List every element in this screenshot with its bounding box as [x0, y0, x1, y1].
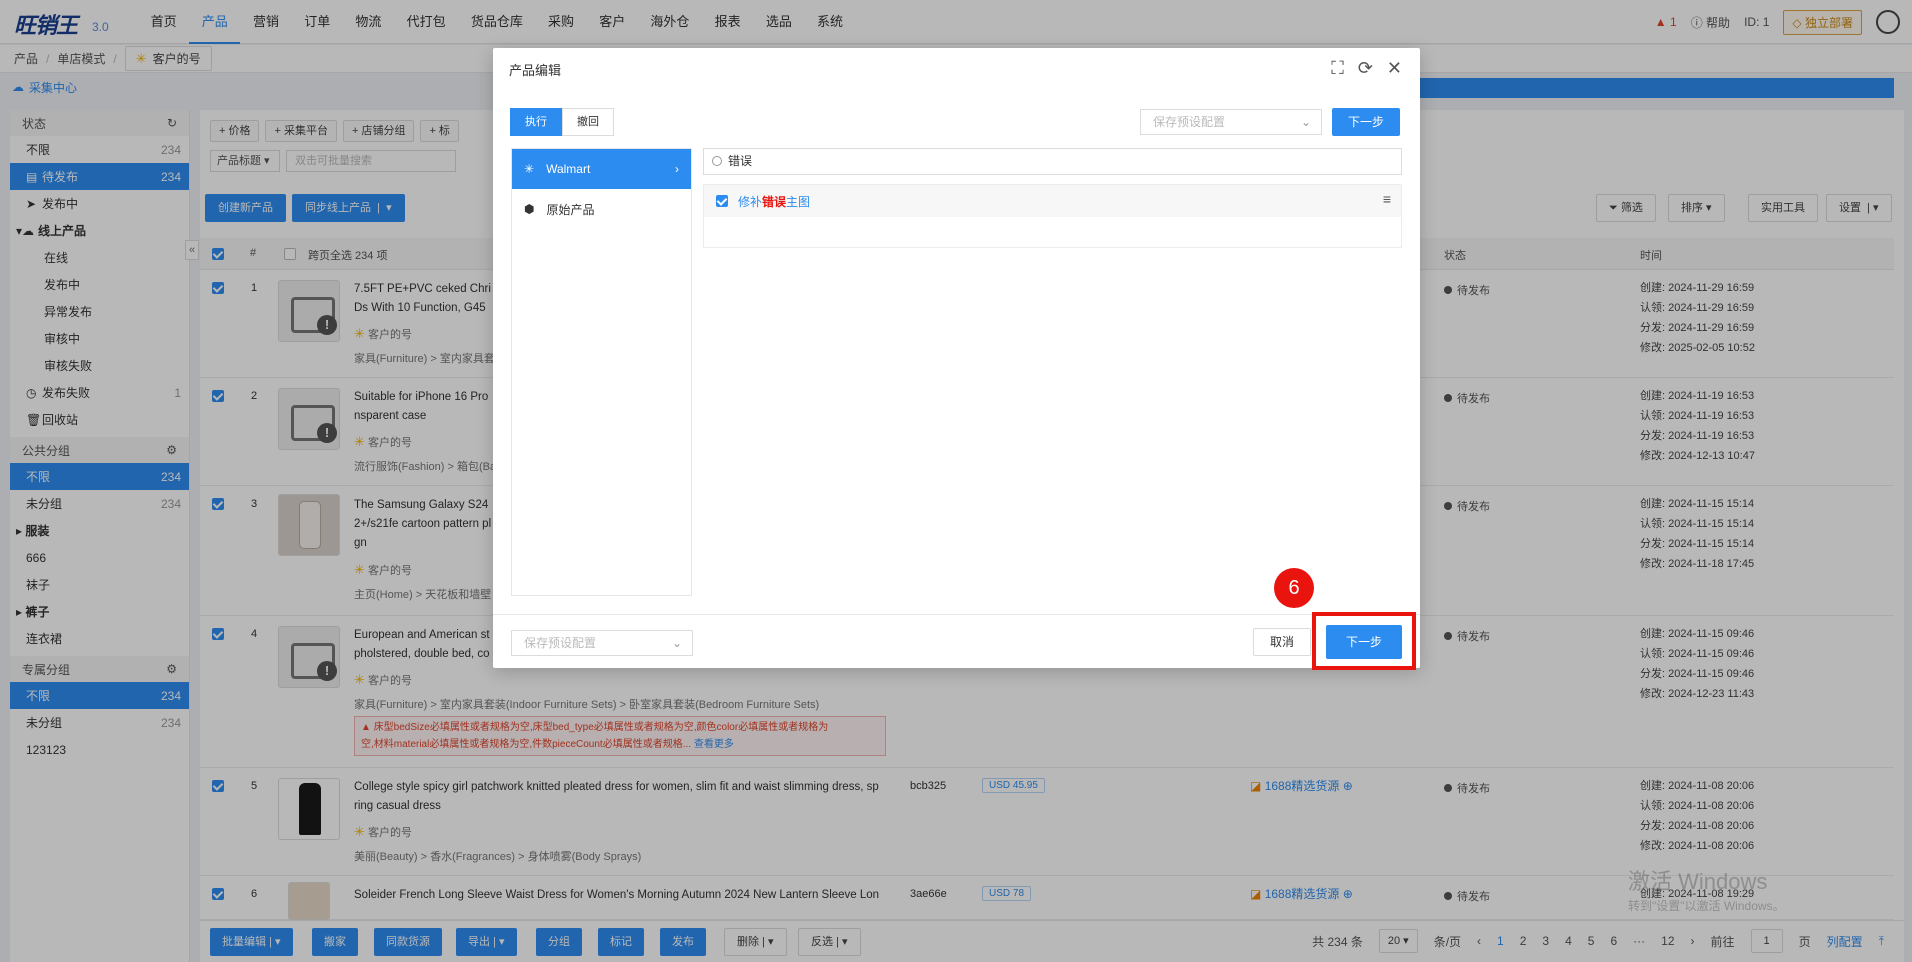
- feature-label-highlight: 错误: [762, 195, 787, 209]
- preset-config-select-top[interactable]: 保存预设配置 ⌄: [1140, 109, 1322, 135]
- feature-label: 修补错误主图: [738, 193, 810, 210]
- refresh-icon[interactable]: ⟳: [1358, 58, 1373, 79]
- search-value: 错误: [728, 154, 753, 168]
- chevron-right-icon: ›: [675, 162, 679, 176]
- modal-title: 产品编辑: [509, 63, 562, 78]
- step-badge: 6: [1274, 568, 1314, 608]
- feature-item-fix-main-image[interactable]: 修补错误主图 ≡: [704, 185, 1401, 217]
- execute-tab[interactable]: 执行: [510, 108, 562, 136]
- undo-tab[interactable]: 撤回: [562, 108, 614, 136]
- modal-window-controls: ⛶ ⟳ ✕: [1331, 58, 1402, 79]
- chevron-down-icon: ⌄: [1300, 115, 1311, 129]
- highlight-box: [1312, 612, 1416, 670]
- drag-handle-icon[interactable]: ≡: [1383, 191, 1391, 207]
- preset-config-select-bottom[interactable]: 保存预设配置 ⌄: [511, 630, 693, 656]
- box-icon: ⬢: [524, 202, 535, 216]
- chevron-down-icon: ⌄: [671, 636, 682, 650]
- next-step-button-top[interactable]: 下一步: [1332, 108, 1401, 136]
- platform-label: 原始产品: [546, 202, 595, 217]
- close-icon[interactable]: ✕: [1387, 58, 1402, 79]
- preset-placeholder: 保存预设配置: [524, 636, 597, 650]
- fullscreen-icon[interactable]: ⛶: [1331, 58, 1344, 79]
- platform-walmart[interactable]: ✳ Walmart ›: [512, 149, 691, 189]
- feature-list: 修补错误主图 ≡: [703, 184, 1402, 248]
- modal-footer-divider: [493, 614, 1420, 615]
- mode-toggle: 执行 撤回: [510, 108, 614, 136]
- platform-original[interactable]: ⬢ 原始产品: [512, 189, 691, 229]
- feature-label-suffix: 主图: [786, 195, 811, 209]
- preset-placeholder: 保存预设配置: [1153, 115, 1226, 129]
- platform-label: Walmart: [546, 162, 591, 176]
- platform-list: ✳ Walmart › ⬢ 原始产品: [511, 148, 692, 596]
- walmart-icon: ✳: [524, 162, 535, 176]
- feature-checkbox[interactable]: [716, 195, 728, 207]
- cancel-button[interactable]: 取消: [1253, 628, 1312, 656]
- feature-search-input[interactable]: 错误: [703, 148, 1402, 175]
- feature-label-prefix: 修补: [738, 195, 763, 209]
- search-icon: [712, 156, 722, 166]
